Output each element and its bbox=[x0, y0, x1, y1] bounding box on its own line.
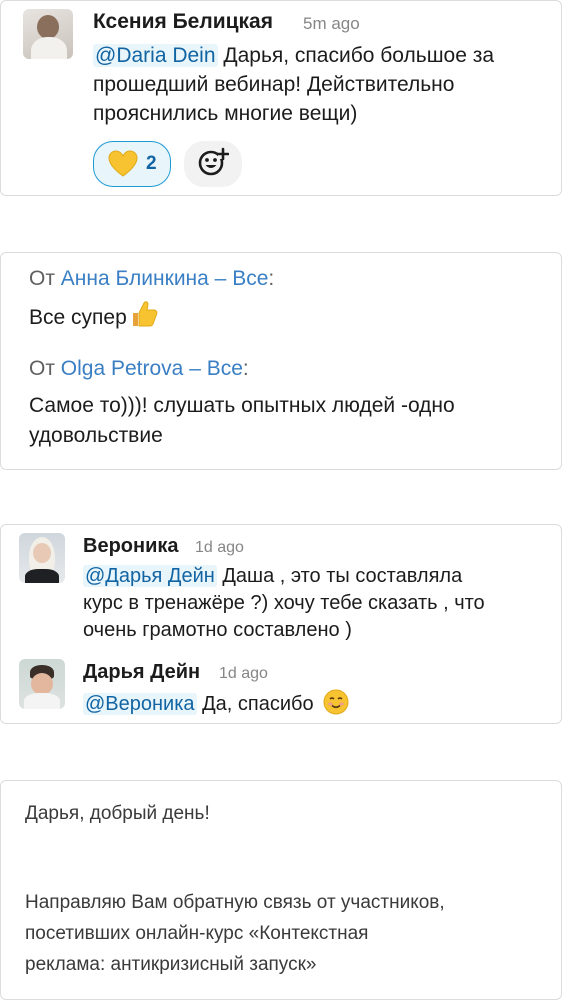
message-text: @Дарья Дейн Даша , это ты составляла кур… bbox=[83, 563, 558, 644]
chat-recipient[interactable]: Все bbox=[207, 357, 243, 380]
chat-message: Все супер bbox=[29, 300, 159, 337]
timestamp[interactable]: 1d ago bbox=[219, 665, 268, 683]
chat-sender[interactable]: Анна Блинкина bbox=[61, 267, 209, 290]
chat-sender[interactable]: Olga Petrova bbox=[61, 357, 184, 380]
reaction-count: 2 bbox=[146, 153, 157, 174]
message-card-kseniya: Ксения Белицкая 5m ago @Daria Dein Дарья… bbox=[0, 0, 562, 196]
chat-colon: : bbox=[242, 357, 249, 380]
message-text: @Вероника Да, спасибо bbox=[83, 689, 349, 723]
chat-header: От Анна Блинкина – Все: bbox=[29, 267, 274, 291]
chat-prefix: От bbox=[29, 267, 61, 290]
chat-header: От Olga Petrova – Все: bbox=[29, 357, 249, 381]
thread-card: Вероника 1d ago @Дарья Дейн Даша , это т… bbox=[0, 524, 562, 724]
message-text: @Daria Dein Дарья, спасибо большое за пр… bbox=[93, 41, 558, 128]
chat-recipient[interactable]: Все bbox=[232, 267, 268, 290]
mention[interactable]: @Дарья Дейн bbox=[83, 565, 217, 587]
message-line: прояснились многие вещи) bbox=[93, 102, 358, 125]
letter-body-line: Направляю Вам обратную связь от участник… bbox=[25, 892, 445, 913]
avatar[interactable] bbox=[23, 9, 73, 59]
chat-message-line: удовольствие bbox=[29, 424, 163, 447]
avatar[interactable] bbox=[19, 659, 65, 709]
message-line: @Дарья Дейн Даша , это ты составляла bbox=[83, 563, 558, 590]
add-reaction-button[interactable] bbox=[184, 141, 242, 187]
thumbs-up-icon bbox=[129, 300, 159, 337]
avatar[interactable] bbox=[19, 533, 65, 583]
chat-message: Самое то)))! слушать опытных людей -одно… bbox=[29, 391, 554, 451]
author-name[interactable]: Ксения Белицкая bbox=[93, 10, 273, 34]
mention[interactable]: @Daria Dein bbox=[93, 44, 218, 67]
webinar-chat-card: От Анна Блинкина – Все: Все супер От Olg… bbox=[0, 252, 562, 470]
message-line: прошедший вебинар! Действительно bbox=[93, 73, 455, 96]
timestamp[interactable]: 5m ago bbox=[303, 14, 360, 34]
message-line: курс в тренажёре ?) хочу тебе сказать , … bbox=[83, 592, 485, 614]
chat-separator: – bbox=[208, 267, 233, 290]
yellow-heart-icon bbox=[108, 150, 138, 178]
message-line-text: Дарья, спасибо большое за bbox=[217, 44, 495, 67]
letter-card: Дарья, добрый день! Направляю Вам обратн… bbox=[0, 780, 562, 1000]
letter-greeting: Дарья, добрый день! bbox=[25, 803, 210, 824]
author-name[interactable]: Дарья Дейн bbox=[83, 661, 200, 684]
letter-body: Направляю Вам обратную связь от участник… bbox=[25, 887, 555, 980]
reaction-pill[interactable]: 2 bbox=[93, 141, 171, 187]
chat-message-line: Самое то)))! слушать опытных людей -одно bbox=[29, 394, 455, 417]
letter-body-line: реклама: антикризисный запуск» bbox=[25, 954, 317, 975]
add-emoji-icon bbox=[197, 147, 230, 182]
message-line: очень грамотно составлено ) bbox=[83, 619, 352, 641]
chat-colon: : bbox=[268, 267, 275, 290]
timestamp[interactable]: 1d ago bbox=[195, 539, 244, 557]
message-line-text: Да, спасибо bbox=[196, 693, 314, 715]
chat-separator: – bbox=[183, 357, 207, 380]
mention[interactable]: @Вероника bbox=[83, 693, 197, 715]
letter-body-line: посетивших онлайн-курс «Контекстная bbox=[25, 923, 369, 944]
chat-prefix: От bbox=[29, 357, 61, 380]
chat-message-text: Все супер bbox=[29, 306, 127, 329]
smiling-face-icon bbox=[323, 689, 349, 723]
message-line: @Daria Dein Дарья, спасибо большое за bbox=[93, 41, 558, 70]
author-name[interactable]: Вероника bbox=[83, 535, 179, 558]
message-line-text: Даша , это ты составляла bbox=[216, 565, 463, 587]
